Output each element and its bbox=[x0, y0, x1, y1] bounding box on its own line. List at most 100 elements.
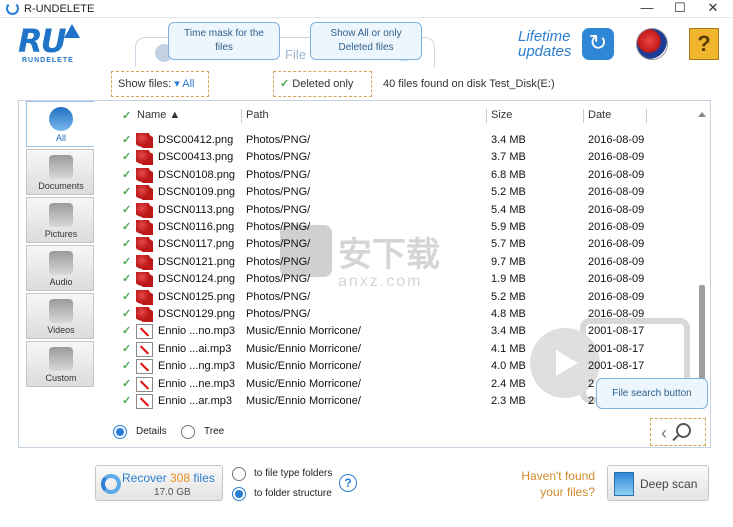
table-row[interactable]: ✓ DSCN0116.png Photos/PNG/5.9 MB 2016-08-09 bbox=[95, 219, 695, 236]
category-documents[interactable]: Documents bbox=[26, 149, 94, 195]
image-file-icon bbox=[136, 254, 153, 270]
havent-line1: Haven't found bbox=[521, 469, 595, 483]
table-row[interactable]: ✓ Ennio ...ng.mp3 Music/Ennio Morricone/4.… bbox=[95, 358, 695, 375]
category-all[interactable]: All bbox=[26, 101, 94, 147]
category-pictures[interactable]: Pictures bbox=[26, 197, 94, 243]
table-row[interactable]: ✓ DSCN0109.png Photos/PNG/5.2 MB 2016-08-09 bbox=[95, 184, 695, 201]
minimize-button[interactable]: — bbox=[630, 0, 664, 18]
file-size: 4.1 MB bbox=[491, 342, 526, 355]
table-row[interactable]: ✓ Ennio ...ai.mp3 Music/Ennio Morricone/4.… bbox=[95, 341, 695, 358]
deleted-only-toggle[interactable]: ✓ Deleted only bbox=[273, 71, 372, 97]
close-button[interactable]: ✕ bbox=[696, 0, 730, 18]
row-check-icon[interactable]: ✓ bbox=[122, 220, 131, 233]
deep-scan-label: Deep scan bbox=[640, 477, 698, 491]
table-row[interactable]: ✓ DSCN0113.png Photos/PNG/5.4 MB 2016-08-09 bbox=[95, 202, 695, 219]
table-row[interactable]: ✓ DSC00413.png Photos/PNG/3.7 MB 2016-08-09 bbox=[95, 149, 695, 166]
column-divider[interactable] bbox=[486, 109, 487, 123]
image-file-icon bbox=[136, 307, 153, 322]
column-divider[interactable] bbox=[583, 109, 584, 123]
file-path: Photos/PNG/ bbox=[246, 221, 311, 233]
refresh-icon[interactable]: ↻ bbox=[582, 28, 614, 60]
file-size: 5.7 MB bbox=[491, 238, 526, 251]
file-size: 6.8 MB bbox=[491, 168, 526, 181]
table-row[interactable]: ✓ DSCN0121.png Photos/PNG/9.7 MB 2016-08-09 bbox=[95, 254, 695, 271]
row-check-icon[interactable]: ✓ bbox=[122, 307, 131, 320]
audio-icon bbox=[49, 251, 73, 275]
lifetime-updates-link[interactable]: Lifetime updates bbox=[518, 29, 571, 59]
image-file-icon bbox=[136, 133, 153, 148]
table-row[interactable]: ✓ DSCN0108.png Photos/PNG/6.8 MB 2016-08-09 bbox=[95, 167, 695, 184]
show-files-dropdown[interactable]: Show files: ▾ All bbox=[111, 71, 209, 97]
row-check-icon[interactable]: ✓ bbox=[122, 237, 131, 250]
category-videos[interactable]: Videos bbox=[26, 293, 94, 339]
file-path: Photos/PNG/ bbox=[246, 203, 311, 216]
deleted-only-label: Deleted only bbox=[292, 78, 354, 90]
image-file-icon bbox=[136, 272, 153, 288]
row-check-icon[interactable]: ✓ bbox=[122, 150, 131, 163]
row-check-icon[interactable]: ✓ bbox=[122, 185, 131, 198]
column-divider[interactable] bbox=[646, 109, 647, 123]
row-check-icon[interactable]: ✓ bbox=[122, 168, 131, 181]
logo: RU RUNDELETE bbox=[18, 22, 88, 66]
file-date: 2001-08-17 bbox=[588, 360, 645, 373]
row-check-icon[interactable]: ✓ bbox=[122, 394, 131, 407]
file-date: 2016-08-09 bbox=[588, 168, 645, 181]
row-check-icon[interactable]: ✓ bbox=[122, 290, 131, 303]
row-check-icon[interactable]: ✓ bbox=[122, 324, 131, 337]
tree-view-radio[interactable] bbox=[181, 425, 195, 439]
file-search-button[interactable]: ‹ bbox=[650, 418, 706, 446]
table-row[interactable]: ✓ DSC00412.png Photos/PNG/3.4 MB 2016-08-09 bbox=[95, 132, 695, 149]
file-name: DSCN0121.png bbox=[158, 255, 236, 268]
tab-files-label: File bbox=[285, 47, 306, 62]
category-label: All bbox=[55, 133, 66, 143]
recover-size: 17.0 GB bbox=[154, 487, 191, 498]
file-size: 2.4 MB bbox=[491, 377, 526, 390]
column-header-size[interactable]: Size bbox=[491, 109, 512, 125]
column-header-name[interactable]: Name ▲ bbox=[137, 109, 180, 125]
category-custom[interactable]: Custom bbox=[26, 341, 94, 387]
table-row[interactable]: ✓ DSCN0129.png Photos/PNG/4.8 MB 2016-08-09 bbox=[95, 306, 695, 323]
category-audio[interactable]: Audio bbox=[26, 245, 94, 291]
file-path: Photos/PNG/ bbox=[246, 290, 311, 303]
column-header-date[interactable]: Date bbox=[588, 109, 611, 125]
recover-button[interactable]: Recover 308 files 17.0 GB bbox=[95, 465, 223, 501]
file-date: 2016-08-09 bbox=[588, 255, 645, 268]
row-check-icon[interactable]: ✓ bbox=[122, 272, 131, 285]
file-date: 2001-08-17 bbox=[588, 325, 645, 338]
table-row[interactable]: ✓ DSCN0117.png Photos/PNG/5.7 MB 2016-08-09 bbox=[95, 236, 695, 253]
deep-scan-button[interactable]: Deep scan bbox=[607, 465, 709, 501]
column-divider[interactable] bbox=[241, 109, 242, 123]
row-check-icon[interactable]: ✓ bbox=[122, 342, 131, 355]
table-row[interactable]: ✓ Ennio ...no.mp3 Music/Ennio Morricone/3.… bbox=[95, 323, 695, 340]
row-check-icon[interactable]: ✓ bbox=[122, 359, 131, 372]
maximize-button[interactable]: ☐ bbox=[663, 0, 697, 18]
column-header-path[interactable]: Path bbox=[246, 109, 269, 125]
scroll-up-icon[interactable] bbox=[698, 112, 706, 117]
file-path: Photos/PNG/ bbox=[246, 238, 311, 251]
language-flag-icon[interactable] bbox=[636, 28, 668, 60]
category-sidebar: All Documents Pictures Audio Videos Cust… bbox=[26, 101, 94, 391]
table-row[interactable]: ✓ DSCN0124.png Photos/PNG/1.9 MB 2016-08-09 bbox=[95, 271, 695, 288]
select-all-checkbox[interactable]: ✓ bbox=[122, 109, 131, 125]
row-check-icon[interactable]: ✓ bbox=[122, 255, 131, 268]
image-file-icon bbox=[136, 185, 153, 201]
help-circle-icon[interactable]: ? bbox=[339, 474, 357, 492]
row-check-icon[interactable]: ✓ bbox=[122, 133, 131, 146]
folder-structure-radio[interactable] bbox=[232, 487, 246, 501]
tooltip-time-mask: Time mask for the files bbox=[168, 22, 280, 60]
file-size: 1.9 MB bbox=[491, 273, 526, 286]
recover-prefix: Recover bbox=[122, 471, 171, 485]
lifetime-line2: updates bbox=[518, 43, 572, 60]
row-check-icon[interactable]: ✓ bbox=[122, 377, 131, 390]
row-check-icon[interactable]: ✓ bbox=[122, 203, 131, 216]
folder-structure-label: to folder structure bbox=[254, 488, 332, 499]
file-name: DSCN0108.png bbox=[158, 168, 236, 181]
file-path: Photos/PNG/ bbox=[246, 273, 311, 286]
details-view-radio[interactable] bbox=[113, 425, 127, 439]
help-button[interactable]: ? bbox=[689, 28, 719, 60]
file-type-folders-radio[interactable] bbox=[232, 467, 246, 481]
logo-letters: RU bbox=[18, 22, 67, 60]
table-row[interactable]: ✓ DSCN0125.png Photos/PNG/5.2 MB 2016-08-09 bbox=[95, 289, 695, 306]
show-files-label: Show files: bbox=[118, 78, 172, 90]
vertical-scrollbar[interactable] bbox=[697, 110, 707, 410]
